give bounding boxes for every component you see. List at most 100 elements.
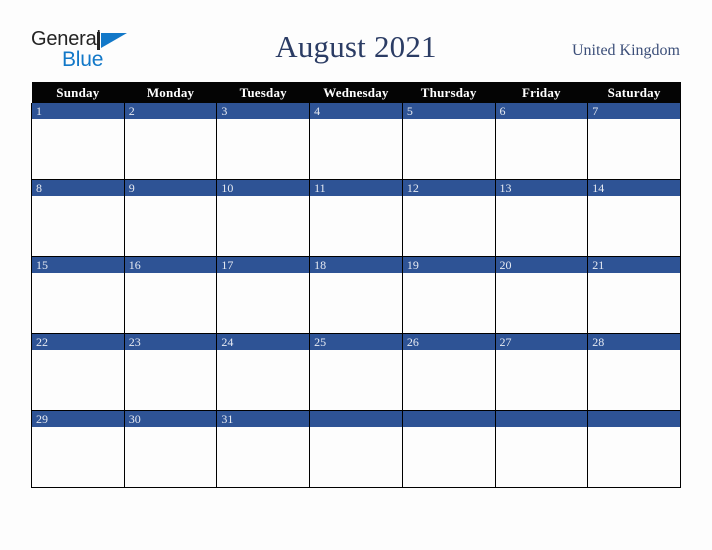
day-cell[interactable] (587, 410, 681, 488)
day-events (403, 273, 495, 333)
day-events (125, 350, 217, 410)
day-number: 22 (32, 334, 124, 350)
day-cell[interactable]: 9 (123, 179, 218, 257)
weekday-header-wednesday: Wednesday (309, 82, 403, 103)
day-cell[interactable]: 20 (494, 256, 589, 334)
day-number (495, 411, 588, 427)
day-events (403, 196, 495, 256)
day-events (217, 196, 309, 256)
day-cell[interactable]: 4 (309, 103, 403, 180)
day-number: 26 (402, 334, 495, 350)
day-cell[interactable]: 28 (587, 333, 681, 411)
day-number: 3 (217, 103, 310, 119)
day-cell[interactable] (401, 410, 496, 488)
day-cell[interactable]: 7 (587, 103, 681, 180)
day-cell[interactable]: 30 (123, 410, 218, 488)
day-cell[interactable]: 19 (401, 256, 496, 334)
day-events (588, 350, 680, 410)
day-cell[interactable]: 2 (123, 103, 218, 180)
day-cell[interactable]: 29 (31, 410, 125, 488)
day-events (403, 350, 495, 410)
weekday-header-thursday: Thursday (402, 82, 496, 103)
day-number: 13 (495, 180, 588, 196)
day-cell[interactable]: 21 (587, 256, 681, 334)
day-number: 30 (124, 411, 217, 427)
day-number: 5 (402, 103, 495, 119)
day-cell[interactable]: 1 (31, 103, 125, 180)
day-events (217, 350, 309, 410)
weekday-header-monday: Monday (124, 82, 217, 103)
day-cell[interactable]: 3 (216, 103, 311, 180)
day-cell[interactable]: 11 (309, 179, 403, 257)
day-events (217, 427, 309, 487)
day-cell[interactable]: 12 (401, 179, 496, 257)
day-number: 14 (588, 180, 680, 196)
weekday-header-tuesday: Tuesday (216, 82, 310, 103)
day-cell[interactable]: 18 (309, 256, 403, 334)
weekday-header-friday: Friday (495, 82, 588, 103)
day-cell[interactable]: 13 (494, 179, 589, 257)
day-events (217, 273, 309, 333)
day-events (496, 273, 588, 333)
day-number: 16 (124, 257, 217, 273)
calendar-weekday-header: Sunday Monday Tuesday Wednesday Thursday… (31, 82, 681, 103)
country-label: United Kingdom (572, 42, 680, 59)
day-cell[interactable]: 8 (31, 179, 125, 257)
day-events (32, 119, 124, 179)
day-cell[interactable]: 16 (123, 256, 218, 334)
day-number: 31 (217, 411, 310, 427)
day-events (125, 196, 217, 256)
day-number (588, 411, 680, 427)
day-number: 9 (124, 180, 217, 196)
day-number: 2 (124, 103, 217, 119)
day-cell[interactable]: 23 (123, 333, 218, 411)
day-events (310, 273, 402, 333)
day-cell[interactable]: 6 (494, 103, 589, 180)
day-number: 1 (32, 103, 124, 119)
day-number: 24 (217, 334, 310, 350)
day-cell[interactable]: 25 (309, 333, 403, 411)
day-events (496, 119, 588, 179)
day-cell[interactable]: 5 (401, 103, 496, 180)
day-cell[interactable]: 24 (216, 333, 311, 411)
day-events (310, 427, 402, 487)
day-cell[interactable]: 17 (216, 256, 311, 334)
day-events (310, 350, 402, 410)
day-events (496, 196, 588, 256)
weekday-header-row: Sunday Monday Tuesday Wednesday Thursday… (31, 82, 681, 103)
calendar-body: 1 2 3 4 5 6 7 8 9 10 11 12 13 14 15 16 1… (31, 103, 681, 488)
day-number: 7 (588, 103, 680, 119)
day-cell[interactable] (309, 410, 403, 488)
day-number: 10 (217, 180, 310, 196)
day-events (496, 427, 588, 487)
weekday-header-sunday: Sunday (31, 82, 125, 103)
day-cell[interactable]: 15 (31, 256, 125, 334)
weekday-header-saturday: Saturday (587, 82, 681, 103)
day-number: 19 (402, 257, 495, 273)
day-events (588, 427, 680, 487)
page-header: General Blue August 2021 United Kingdom (0, 0, 712, 82)
calendar-week-row: 8 9 10 11 12 13 14 (31, 179, 681, 257)
day-number: 27 (495, 334, 588, 350)
day-events (125, 119, 217, 179)
calendar-page: General Blue August 2021 United Kingdom … (0, 0, 712, 550)
day-number: 17 (217, 257, 310, 273)
day-cell[interactable]: 27 (494, 333, 589, 411)
day-events (32, 427, 124, 487)
calendar-week-row: 15 16 17 18 19 20 21 (31, 256, 681, 334)
calendar-week-row: 22 23 24 25 26 27 28 (31, 333, 681, 411)
day-cell[interactable]: 31 (216, 410, 311, 488)
day-events (588, 196, 680, 256)
day-number: 4 (310, 103, 402, 119)
day-cell[interactable]: 22 (31, 333, 125, 411)
day-number: 20 (495, 257, 588, 273)
day-number (310, 411, 402, 427)
day-number: 6 (495, 103, 588, 119)
day-events (496, 350, 588, 410)
day-cell[interactable]: 10 (216, 179, 311, 257)
day-cell[interactable] (494, 410, 589, 488)
day-events (310, 196, 402, 256)
calendar-week-row: 1 2 3 4 5 6 7 (31, 103, 681, 180)
day-cell[interactable]: 14 (587, 179, 681, 257)
day-cell[interactable]: 26 (401, 333, 496, 411)
